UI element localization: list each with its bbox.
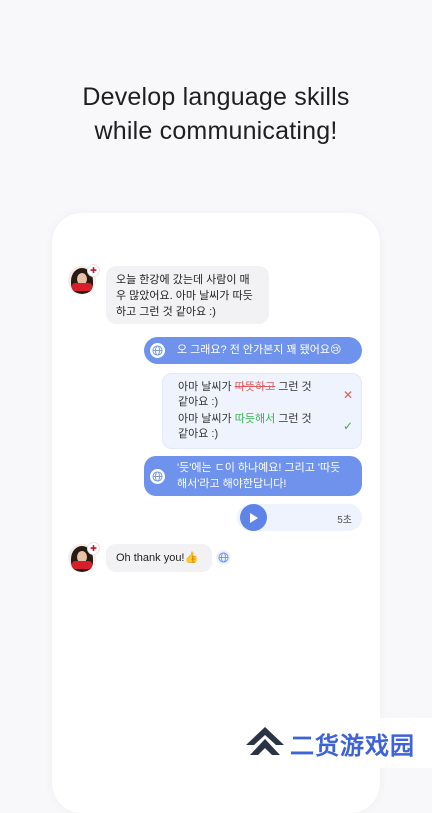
message-line: 우 많았어요. 아마 날씨가 따듯 xyxy=(116,290,253,302)
correct-text: 따듯해서 xyxy=(234,413,276,425)
message-line: 오늘 한강에 갔는데 사람이 매 xyxy=(116,274,250,286)
message-line: 하고 그런 것 같아요 :) xyxy=(116,306,216,318)
x-icon: ✕ xyxy=(343,388,354,402)
audio-message[interactable]: 5초 xyxy=(237,504,362,531)
globe-icon[interactable] xyxy=(150,469,165,484)
correction-original: 아마 날씨가 따뜻하고 그런 것 xyxy=(178,381,312,393)
headline-line1: Develop language skills xyxy=(82,83,350,111)
message-bubble-outgoing[interactable]: 오 그래요? 전 안가본지 꽤 됐어요😢 xyxy=(144,337,362,364)
flag-icon: ✚ xyxy=(87,542,100,555)
message-bubble-incoming[interactable]: Oh thank you!👍 xyxy=(106,544,212,572)
message-text: 오 그래요? 전 안가본지 꽤 됐어요😢 xyxy=(177,344,342,356)
watermark-logo-icon xyxy=(244,725,286,761)
audio-duration: 5초 xyxy=(337,515,352,526)
globe-icon[interactable] xyxy=(150,343,165,358)
check-icon: ✓ xyxy=(343,419,354,433)
watermark-text: 二货游戏园 xyxy=(290,731,415,760)
headline-line2: while communicating! xyxy=(94,117,338,145)
correction-original-line2: 같아요 :) xyxy=(178,396,219,408)
message-bubble-outgoing[interactable]: '듯'에는 ㄷ이 하나예요! 그리고 '따듯 해서'라고 해야한답니다! xyxy=(144,456,362,496)
flag-icon: ✚ xyxy=(87,264,100,277)
watermark: 二货游戏园 xyxy=(240,718,432,768)
message-text: Oh thank you!👍 xyxy=(116,552,199,564)
wrong-text: 따뜻하고 xyxy=(234,381,276,393)
globe-icon[interactable] xyxy=(216,550,231,565)
correction-card[interactable]: 아마 날씨가 따뜻하고 그런 것 같아요 :) ✕ 아마 날씨가 따듯해서 그런… xyxy=(162,373,362,449)
play-icon[interactable] xyxy=(240,504,267,531)
message-bubble-incoming[interactable]: 오늘 한강에 갔는데 사람이 매 우 많았어요. 아마 날씨가 따듯 하고 그런… xyxy=(106,266,269,324)
correction-fixed: 아마 날씨가 따듯해서 그런 것 xyxy=(178,413,312,425)
message-line: '듯'에는 ㄷ이 하나예요! 그리고 '따듯 xyxy=(177,462,341,474)
correction-fixed-line2: 같아요 :) xyxy=(178,428,219,440)
headline: Develop language skills while communicat… xyxy=(0,80,432,148)
message-line: 해서'라고 해야한답니다! xyxy=(177,478,287,490)
